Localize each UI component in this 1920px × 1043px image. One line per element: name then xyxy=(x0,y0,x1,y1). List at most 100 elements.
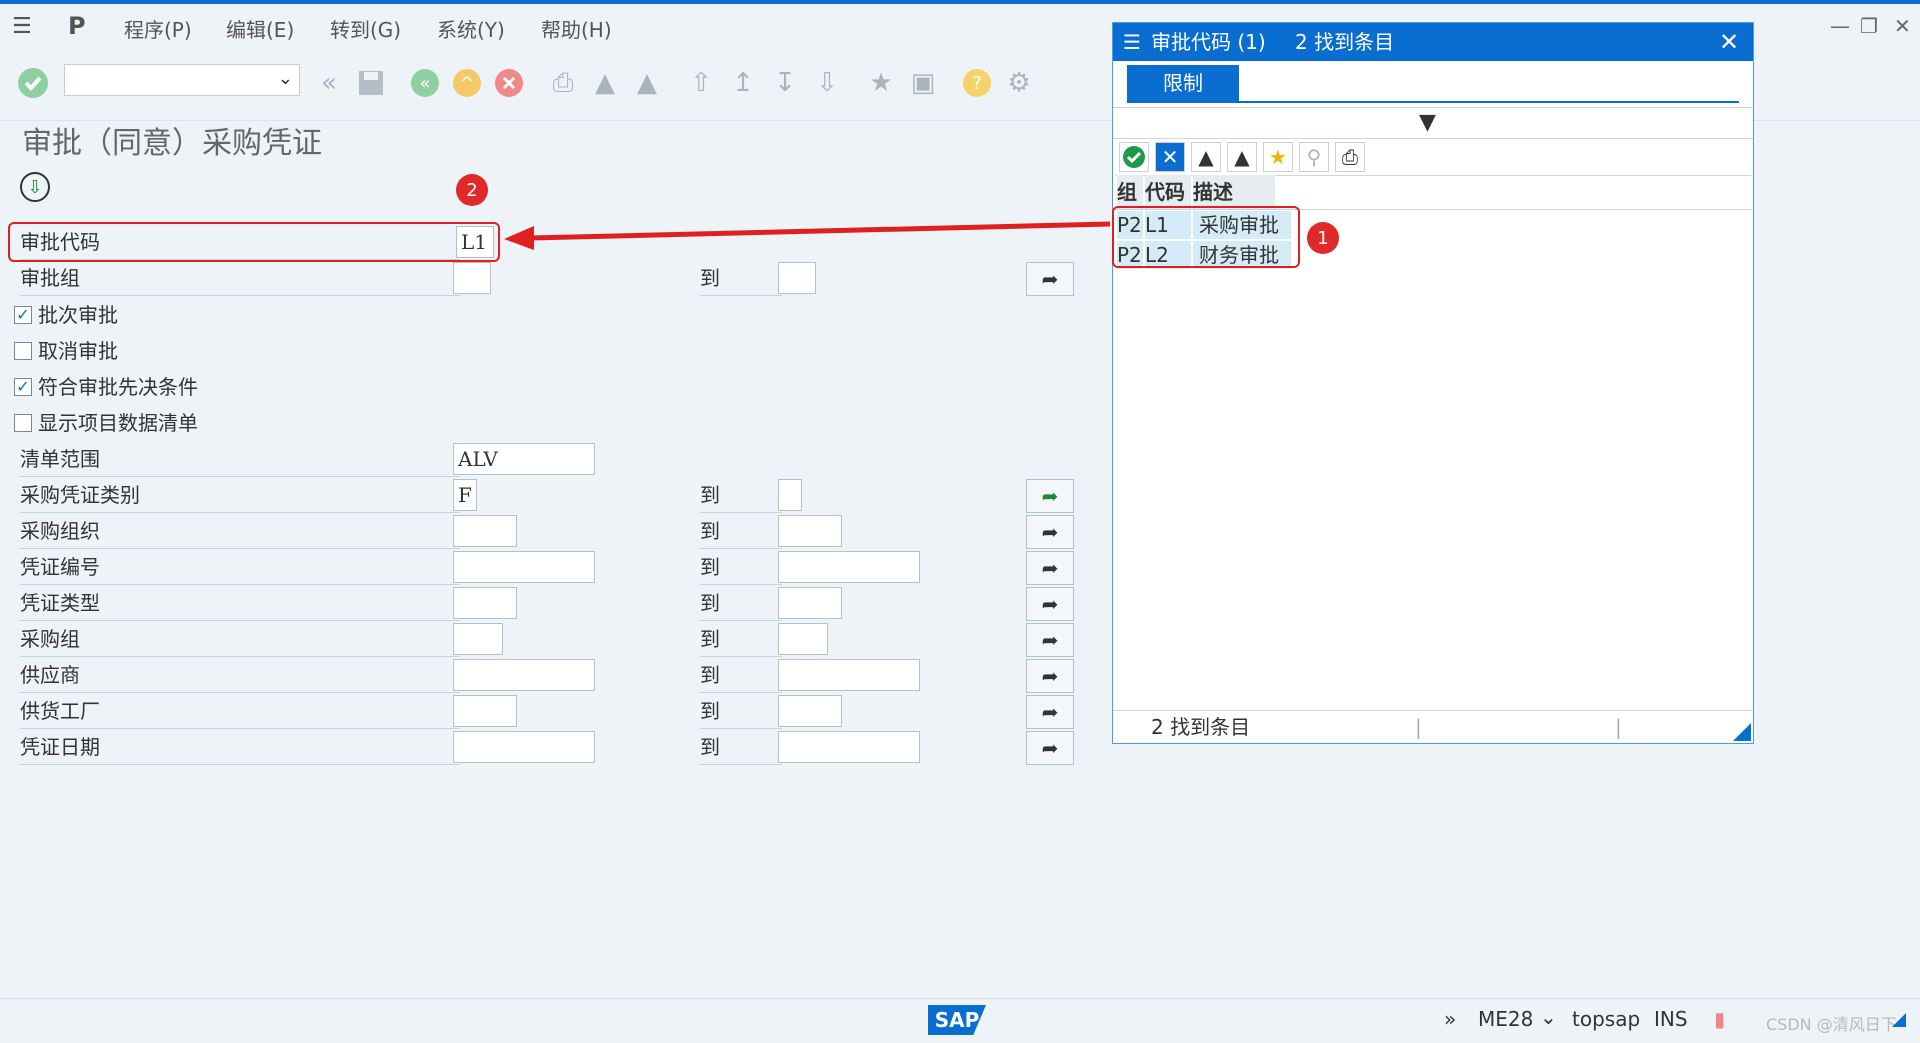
maximize-icon[interactable]: ❐ xyxy=(1860,14,1878,38)
server-label: topsap xyxy=(1572,1007,1641,1031)
vendor-from-input[interactable] xyxy=(453,659,595,691)
doc-date-to-input[interactable] xyxy=(778,731,920,763)
column-header-group[interactable]: 组 xyxy=(1117,175,1143,209)
checkbox-cancel-approval[interactable] xyxy=(14,342,32,360)
column-header-desc[interactable]: 描述 xyxy=(1193,175,1275,209)
close-window-icon[interactable]: ✕ xyxy=(1894,14,1911,38)
doc-type-from-input[interactable] xyxy=(453,587,517,619)
find-next-icon[interactable]: ▲ xyxy=(1227,142,1257,172)
expand-icon[interactable]: » xyxy=(1444,1007,1456,1031)
execute-icon[interactable]: ⇩ xyxy=(20,172,50,202)
checkbox-prerequisites[interactable]: ✓ xyxy=(14,378,32,396)
multiple-selection-button[interactable]: ➦ xyxy=(1026,623,1074,657)
purch-org-from-input[interactable] xyxy=(453,515,517,547)
checkbox-item-list[interactable] xyxy=(14,414,32,432)
doc-number-to-input[interactable] xyxy=(778,551,920,583)
last-page-icon[interactable]: ⇩ xyxy=(810,66,844,100)
print-icon[interactable]: ⎙ xyxy=(1335,142,1365,172)
find-next-icon[interactable]: ▲ xyxy=(630,66,664,100)
gear-icon[interactable]: ⚙ xyxy=(1002,66,1036,100)
watermark-text: CSDN @清风日下 xyxy=(1766,1015,1897,1034)
purch-org-to-input[interactable] xyxy=(778,515,842,547)
chevron-down-icon[interactable]: ⌄ xyxy=(278,68,293,89)
menu-program[interactable]: 程序(P) xyxy=(124,14,192,43)
resize-corner-icon[interactable] xyxy=(1892,1013,1906,1027)
filter-icon[interactable]: ▼ xyxy=(1419,110,1436,135)
tab-restrictions[interactable]: 限制 xyxy=(1127,65,1239,101)
next-page-icon[interactable]: ↧ xyxy=(768,66,802,100)
menu-icon[interactable]: ☰ xyxy=(12,14,32,39)
purch-group-to-input[interactable] xyxy=(778,623,828,655)
label-vendor: 供应商 xyxy=(20,659,460,693)
doc-date-from-input[interactable] xyxy=(453,731,595,763)
confirm-icon[interactable] xyxy=(1119,142,1149,172)
approval-group-from-input[interactable] xyxy=(453,262,491,294)
doc-number-from-input[interactable] xyxy=(453,551,595,583)
find-icon[interactable]: ▲ xyxy=(1191,142,1221,172)
multiple-selection-button[interactable]: ➦ xyxy=(1026,659,1074,693)
back-double-icon[interactable]: « xyxy=(312,66,346,100)
purch-group-from-input[interactable] xyxy=(453,623,503,655)
multiple-selection-button[interactable]: ➦ xyxy=(1026,587,1074,621)
help-icon[interactable]: ? xyxy=(960,66,994,100)
multiple-selection-icon: ➦ xyxy=(1041,628,1059,652)
multiple-selection-button[interactable]: ➦ xyxy=(1026,262,1074,296)
column-header-code[interactable]: 代码 xyxy=(1145,175,1191,209)
to-label: 到 xyxy=(700,515,782,549)
previous-page-icon[interactable]: ↥ xyxy=(726,66,760,100)
checkbox-label: 显示项目数据清单 xyxy=(38,411,198,435)
to-label: 到 xyxy=(700,479,782,513)
supplying-plant-from-input[interactable] xyxy=(453,695,517,727)
multiple-selection-button[interactable]: ➦ xyxy=(1026,731,1074,765)
back-icon[interactable]: « xyxy=(408,66,442,100)
tcode-dropdown-icon[interactable]: ⌄ xyxy=(1540,1005,1557,1029)
new-session-icon[interactable]: ★ xyxy=(864,66,898,100)
dialog-title: 审批代码 (1) xyxy=(1151,30,1266,54)
supplying-plant-to-input[interactable] xyxy=(778,695,842,727)
multiple-selection-button[interactable]: ➦ xyxy=(1026,515,1074,549)
print-icon[interactable]: ⎙ xyxy=(546,66,580,100)
shortcut-icon[interactable]: ▣ xyxy=(906,66,940,100)
dialog-icon: ☰ xyxy=(1123,30,1141,54)
label-doc-date: 凭证日期 xyxy=(20,731,460,765)
menu-edit[interactable]: 编辑(E) xyxy=(226,14,294,43)
menu-system[interactable]: 系统(Y) xyxy=(437,14,505,43)
resize-handle-icon[interactable] xyxy=(1733,723,1751,741)
multiple-selection-button[interactable]: ➦ xyxy=(1026,551,1074,585)
doc-type-to-input[interactable] xyxy=(778,587,842,619)
grid-header: 组 代码 描述 xyxy=(1115,175,1751,210)
to-label: 到 xyxy=(700,731,782,765)
tcode-label[interactable]: ME28 xyxy=(1478,1007,1533,1031)
annotation-badge-2: 2 xyxy=(456,174,488,206)
checkbox-batch-approval[interactable]: ✓ xyxy=(14,306,32,324)
approval-group-to-input[interactable] xyxy=(778,262,816,294)
checkbox-label: 符合审批先决条件 xyxy=(38,375,198,399)
enter-icon[interactable] xyxy=(16,66,50,100)
minimize-icon[interactable]: — xyxy=(1830,14,1850,38)
exit-icon[interactable]: ^ xyxy=(450,66,484,100)
page-title: 审批（同意）采购凭证 xyxy=(22,126,322,161)
menu-goto[interactable]: 转到(G) xyxy=(330,14,401,43)
row-purch-group: 采购组 到 ➦ xyxy=(10,623,1080,657)
po-category-to-input[interactable] xyxy=(778,479,802,511)
menu-help[interactable]: 帮助(H) xyxy=(541,14,612,43)
svg-text:^: ^ xyxy=(459,73,474,94)
list-scope-input[interactable]: ALV xyxy=(453,443,595,475)
sap-p-icon[interactable]: P xyxy=(68,12,86,40)
vendor-to-input[interactable] xyxy=(778,659,920,691)
first-page-icon[interactable]: ⇧ xyxy=(684,66,718,100)
cancel-dialog-icon[interactable]: ✕ xyxy=(1155,142,1185,172)
mode-label: INS xyxy=(1654,1007,1688,1031)
save-icon[interactable] xyxy=(354,66,388,100)
dialog-close-icon[interactable]: ✕ xyxy=(1719,23,1739,61)
po-category-from-input[interactable]: F xyxy=(453,479,477,511)
multiple-selection-icon: ➦ xyxy=(1041,592,1059,616)
multiple-selection-button[interactable]: ➦ xyxy=(1026,695,1074,729)
add-favorite-icon[interactable]: ★ xyxy=(1263,142,1293,172)
find-icon[interactable]: ▲ xyxy=(588,66,622,100)
command-field[interactable]: ⌄ xyxy=(64,64,300,96)
multiple-selection-button[interactable]: ➦ xyxy=(1026,479,1074,513)
cancel-icon[interactable] xyxy=(492,66,526,100)
checkbox-label: 批次审批 xyxy=(38,303,118,327)
key-icon[interactable]: ⚲ xyxy=(1299,142,1329,172)
